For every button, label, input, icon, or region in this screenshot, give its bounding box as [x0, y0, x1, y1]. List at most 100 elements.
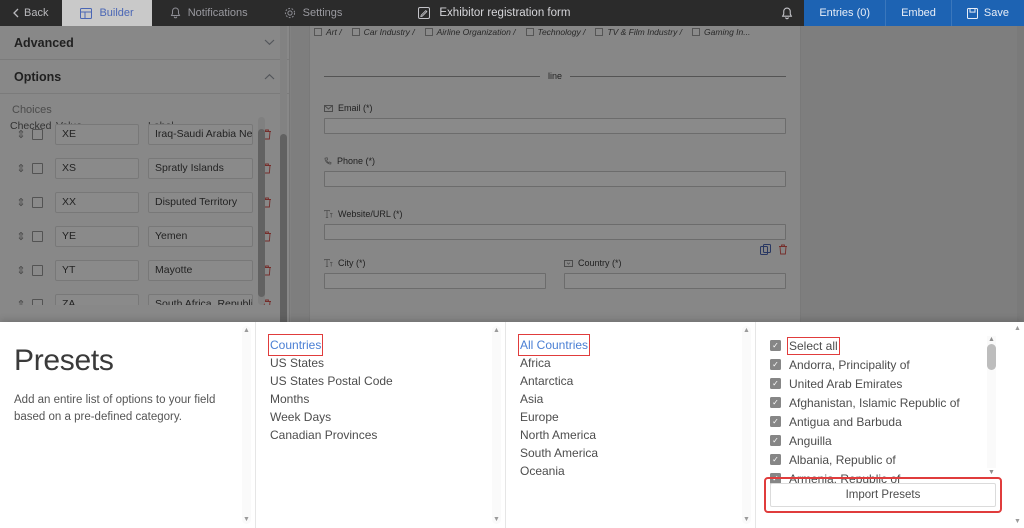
category-item[interactable]: Canadian Provinces — [270, 426, 505, 444]
choice-label-input[interactable]: Yemen — [148, 226, 253, 247]
category-column-scrollbar[interactable]: ▲ ▼ — [492, 326, 501, 524]
country-checkbox[interactable]: ✓ — [770, 454, 781, 465]
country-item[interactable]: ✓United Arab Emirates — [770, 374, 1024, 393]
checkbox[interactable] — [314, 28, 322, 36]
choice-label-input[interactable]: Spratly Islands — [148, 158, 253, 179]
choice-label-input[interactable]: Iraq-Saudi Arabia Neutral — [148, 124, 253, 145]
choice-label-input[interactable]: Disputed Territory — [148, 192, 253, 213]
tab-notifications[interactable]: Notifications — [152, 0, 266, 26]
scroll-down-icon[interactable]: ▼ — [242, 515, 251, 524]
drag-handle-icon[interactable]: ⇕ — [10, 264, 32, 277]
back-button[interactable]: Back — [0, 0, 62, 26]
section-options[interactable]: Options — [0, 60, 289, 94]
choice-row[interactable]: ⇕ YT Mayotte — [10, 253, 279, 287]
region-item[interactable]: Oceania — [520, 462, 755, 480]
industry-checkbox-item[interactable]: Airline Organization / — [425, 27, 516, 37]
drag-handle-icon[interactable]: ⇕ — [10, 230, 32, 243]
country-item[interactable]: ✓Antigua and Barbuda — [770, 412, 1024, 431]
region-list[interactable]: All CountriesAfricaAntarcticaAsiaEuropeN… — [520, 336, 755, 480]
country-item[interactable]: ✓Afghanistan, Islamic Republic of — [770, 393, 1024, 412]
modal-scrollbar[interactable]: ▲ ▼ — [1013, 324, 1022, 526]
choice-row[interactable]: ⇕ YE Yemen — [10, 219, 279, 253]
checkbox[interactable] — [526, 28, 534, 36]
country-checkbox[interactable]: ✓ — [770, 435, 781, 446]
import-presets-button[interactable]: Import Presets — [770, 483, 996, 507]
category-item[interactable]: Countries — [270, 336, 505, 354]
choice-row[interactable]: ⇕ ZA South Africa, Republic of — [10, 287, 279, 305]
choice-label-input[interactable]: Mayotte — [148, 260, 253, 281]
choices-scrollbar-track[interactable] — [258, 117, 265, 305]
choice-value-input[interactable]: XS — [55, 158, 139, 179]
checkbox[interactable] — [692, 28, 700, 36]
scroll-up-icon[interactable]: ▲ — [492, 326, 501, 335]
choice-row[interactable]: ⇕ XX Disputed Territory — [10, 185, 279, 219]
region-item[interactable]: South America — [520, 444, 755, 462]
countries-list[interactable]: ✓Andorra, Principality of✓United Arab Em… — [770, 355, 1024, 500]
choices-scrollbar-thumb[interactable] — [258, 129, 265, 297]
scroll-down-icon[interactable]: ▼ — [1013, 517, 1022, 526]
choice-checked-checkbox[interactable] — [32, 197, 43, 208]
duplicate-icon[interactable] — [760, 244, 771, 255]
embed-button[interactable]: Embed — [886, 0, 952, 26]
country-item[interactable]: ✓Anguilla — [770, 431, 1024, 450]
drag-handle-icon[interactable]: ⇕ — [10, 128, 32, 141]
field-email[interactable]: Email (*) — [324, 103, 786, 134]
category-item[interactable]: Week Days — [270, 408, 505, 426]
category-list[interactable]: CountriesUS StatesUS States Postal CodeM… — [270, 336, 505, 444]
checkbox[interactable] — [425, 28, 433, 36]
country-item[interactable]: ✓Andorra, Principality of — [770, 355, 1024, 374]
form-title[interactable]: Exhibitor registration form — [412, 0, 570, 26]
country-checkbox[interactable]: ✓ — [770, 397, 781, 408]
scroll-up-icon[interactable]: ▲ — [987, 335, 996, 345]
scroll-up-icon[interactable]: ▲ — [242, 326, 251, 335]
choice-value-input[interactable]: YE — [55, 226, 139, 247]
country-checkbox[interactable]: ✓ — [770, 416, 781, 427]
field-website[interactable]: Website/URL (*) — [324, 209, 786, 240]
choice-checked-checkbox[interactable] — [32, 231, 43, 242]
category-item[interactable]: Months — [270, 390, 505, 408]
drag-handle-icon[interactable]: ⇕ — [10, 196, 32, 209]
tab-builder[interactable]: Builder — [62, 0, 151, 26]
drag-handle-icon[interactable]: ⇕ — [10, 298, 32, 306]
choice-checked-checkbox[interactable] — [32, 265, 43, 276]
scroll-down-icon[interactable]: ▼ — [492, 515, 501, 524]
choice-row[interactable]: ⇕XSSpratly Islands — [10, 151, 279, 185]
country-checkbox[interactable]: ✓ — [770, 378, 781, 389]
industry-checkbox-item[interactable]: Gaming In... — [692, 27, 750, 37]
region-item[interactable]: Europe — [520, 408, 755, 426]
field-city[interactable]: City (*) — [324, 258, 546, 289]
scroll-down-icon[interactable]: ▼ — [742, 515, 751, 524]
checkbox[interactable] — [595, 28, 603, 36]
choice-value-input[interactable]: XX — [55, 192, 139, 213]
countries-scrollbar-thumb[interactable] — [987, 344, 996, 370]
choice-value-input[interactable]: YT — [55, 260, 139, 281]
email-input[interactable] — [324, 118, 786, 134]
choice-checked-checkbox[interactable] — [32, 129, 43, 140]
select-all-row[interactable]: ✓ Select all — [770, 336, 1024, 355]
category-item[interactable]: US States Postal Code — [270, 372, 505, 390]
region-item[interactable]: North America — [520, 426, 755, 444]
category-item[interactable]: US States — [270, 354, 505, 372]
select-all-checkbox[interactable]: ✓ — [770, 340, 781, 351]
choices-list[interactable]: ▲ ⇕XEIraq-Saudi Arabia Neutral⇕XSSpratly… — [10, 117, 279, 305]
country-checkbox[interactable]: ✓ — [770, 359, 781, 370]
choice-value-input[interactable]: ZA — [55, 294, 139, 306]
field-country[interactable]: Country (*) — [564, 258, 786, 289]
city-input[interactable] — [324, 273, 546, 289]
phone-input[interactable] — [324, 171, 786, 187]
sidebar-scrollbar-thumb[interactable] — [280, 134, 287, 344]
notification-bell-button[interactable] — [770, 0, 804, 26]
trash-icon[interactable] — [778, 244, 788, 255]
scroll-up-icon[interactable]: ▲ — [742, 326, 751, 335]
divider-field[interactable]: line — [324, 71, 786, 81]
choice-label-input[interactable]: South Africa, Republic of — [148, 294, 253, 306]
save-button[interactable]: Save — [952, 0, 1024, 26]
section-advanced[interactable]: Advanced — [0, 26, 289, 60]
field-phone[interactable]: Phone (*) — [324, 156, 786, 187]
industry-checkbox-item[interactable]: TV & Film Industry / — [595, 27, 682, 37]
entries-button[interactable]: Entries (0) — [804, 0, 886, 26]
choice-row[interactable]: ⇕XEIraq-Saudi Arabia Neutral — [10, 117, 279, 151]
industry-checkbox-item[interactable]: Art / — [314, 27, 342, 37]
region-item[interactable]: All Countries — [520, 336, 755, 354]
tab-settings[interactable]: Settings — [266, 0, 361, 26]
